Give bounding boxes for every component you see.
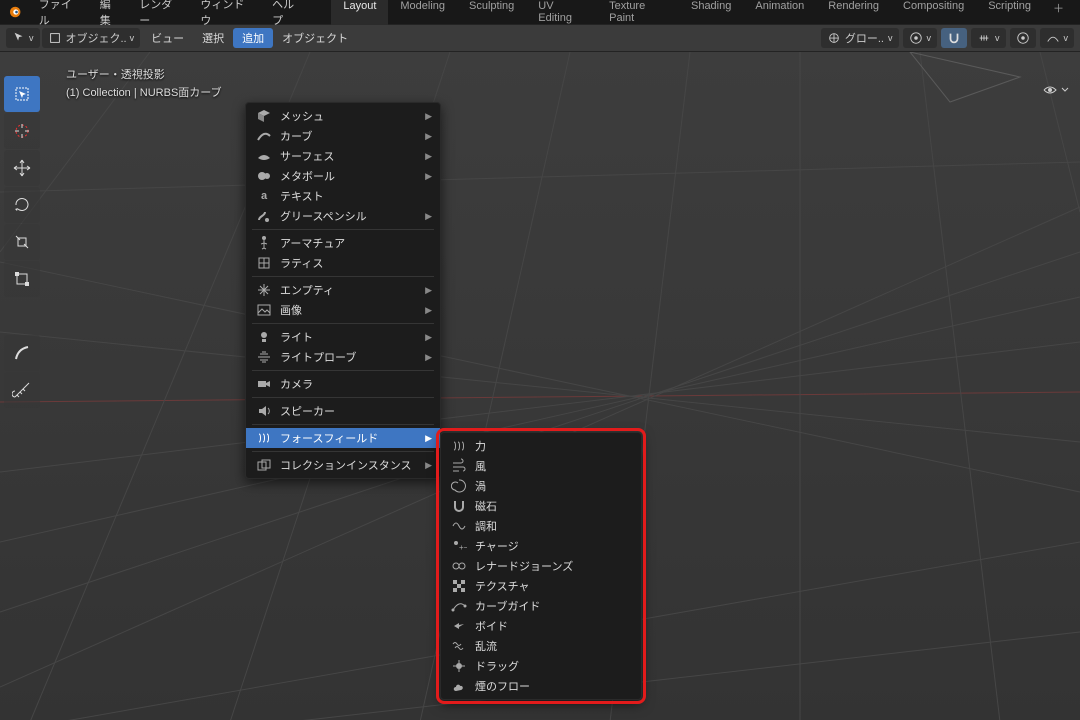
header-view[interactable]: ビュー bbox=[142, 30, 193, 46]
ff-drag[interactable]: ドラッグ bbox=[441, 656, 641, 676]
curveguide-icon bbox=[451, 598, 467, 614]
ff-vortex[interactable]: 渦 bbox=[441, 476, 641, 496]
grease-pencil-icon bbox=[256, 208, 272, 224]
empty-icon bbox=[256, 282, 272, 298]
add-light-probe[interactable]: ライトプローブ▶ bbox=[246, 347, 440, 367]
ff-harmonic[interactable]: 調和 bbox=[441, 516, 641, 536]
ff-magnetic[interactable]: 磁石 bbox=[441, 496, 641, 516]
force-icon bbox=[451, 438, 467, 454]
ff-texture[interactable]: テクスチャ bbox=[441, 576, 641, 596]
add-force-field[interactable]: フォースフィールド▶ bbox=[246, 428, 440, 448]
vortex-icon bbox=[451, 478, 467, 494]
add-curve[interactable]: カーブ▶ bbox=[246, 126, 440, 146]
add-collection-instance[interactable]: コレクションインスタンス▶ bbox=[246, 455, 440, 475]
pivot-dropdown[interactable]: v bbox=[903, 28, 938, 48]
smoke-icon bbox=[451, 678, 467, 694]
tool-rotate[interactable] bbox=[4, 187, 40, 223]
add-text[interactable]: aテキスト bbox=[246, 186, 440, 206]
pivot-icon bbox=[909, 31, 923, 45]
tool-select-box[interactable] bbox=[4, 76, 40, 112]
drag-icon bbox=[451, 658, 467, 674]
ff-force[interactable]: 力 bbox=[441, 436, 641, 456]
curve-icon bbox=[256, 128, 272, 144]
visibility-dropdown[interactable] bbox=[1042, 82, 1070, 98]
viewport-collection-label: (1) Collection | NURBS面カーブ bbox=[66, 84, 222, 102]
wind-icon bbox=[451, 458, 467, 474]
header-object[interactable]: オブジェクト bbox=[273, 30, 357, 46]
header-select[interactable]: 選択 bbox=[193, 30, 233, 46]
falloff-icon bbox=[1046, 31, 1060, 45]
harmonic-icon bbox=[451, 518, 467, 534]
add-empty[interactable]: エンプティ▶ bbox=[246, 280, 440, 300]
ff-curve-guide[interactable]: カーブガイド bbox=[441, 596, 641, 616]
add-mesh[interactable]: メッシュ▶ bbox=[246, 106, 440, 126]
ff-charge[interactable]: +−チャージ bbox=[441, 536, 641, 556]
charge-icon: +− bbox=[451, 538, 467, 554]
image-icon bbox=[256, 302, 272, 318]
proportional-icon bbox=[1016, 31, 1030, 45]
add-armature[interactable]: アーマチュア bbox=[246, 233, 440, 253]
mode-dropdown[interactable]: オブジェク..v bbox=[42, 28, 141, 48]
tool-measure[interactable] bbox=[4, 372, 40, 408]
svg-text:+−: +− bbox=[459, 543, 467, 552]
light-icon bbox=[256, 329, 272, 345]
add-metaball[interactable]: メタボール▶ bbox=[246, 166, 440, 186]
speaker-icon bbox=[256, 403, 272, 419]
add-image[interactable]: 画像▶ bbox=[246, 300, 440, 320]
tool-cursor[interactable] bbox=[4, 113, 40, 149]
magnet-icon bbox=[451, 498, 467, 514]
add-grease-pencil[interactable]: グリースペンシル▶ bbox=[246, 206, 440, 226]
collection-icon bbox=[256, 457, 272, 473]
orientation-icon bbox=[827, 31, 841, 45]
mesh-icon bbox=[256, 108, 272, 124]
metaball-icon bbox=[256, 168, 272, 184]
camera-icon bbox=[256, 376, 272, 392]
ff-wind[interactable]: 風 bbox=[441, 456, 641, 476]
tool-scale[interactable] bbox=[4, 224, 40, 260]
text-icon: a bbox=[256, 188, 272, 204]
magnet-icon bbox=[947, 31, 961, 45]
tool-move[interactable] bbox=[4, 150, 40, 186]
ff-boid[interactable]: ボイド bbox=[441, 616, 641, 636]
snap-toggle[interactable] bbox=[941, 28, 967, 48]
ff-smoke-flow[interactable]: 煙のフロー bbox=[441, 676, 641, 696]
lennard-icon bbox=[451, 558, 467, 574]
tool-annotate[interactable] bbox=[4, 335, 40, 371]
snap-increment-icon bbox=[977, 31, 991, 45]
armature-icon bbox=[256, 235, 272, 251]
header-add[interactable]: 追加 bbox=[233, 28, 273, 48]
add-speaker[interactable]: スピーカー bbox=[246, 401, 440, 421]
ff-turbulence[interactable]: 乱流 bbox=[441, 636, 641, 656]
boid-icon bbox=[451, 618, 467, 634]
add-lattice[interactable]: ラティス bbox=[246, 253, 440, 273]
proportional-edit-toggle[interactable] bbox=[1010, 28, 1036, 48]
snap-menu[interactable]: v bbox=[971, 28, 1006, 48]
turbulence-icon bbox=[451, 638, 467, 654]
proportional-menu[interactable]: v bbox=[1040, 28, 1075, 48]
texture-icon bbox=[451, 578, 467, 594]
add-surface[interactable]: サーフェス▶ bbox=[246, 146, 440, 166]
viewport-perspective-label: ユーザー・透視投影 bbox=[66, 66, 222, 84]
orientation-dropdown[interactable]: グロー..v bbox=[821, 28, 899, 48]
lightprobe-icon bbox=[256, 349, 272, 365]
object-mode-icon bbox=[48, 31, 62, 45]
blender-logo-icon bbox=[6, 4, 22, 20]
cursor-icon bbox=[12, 31, 26, 45]
add-light[interactable]: ライト▶ bbox=[246, 327, 440, 347]
tool-transform[interactable] bbox=[4, 261, 40, 297]
editor-type-dropdown[interactable]: v bbox=[6, 28, 40, 48]
forcefield-icon bbox=[256, 430, 272, 446]
lattice-icon bbox=[256, 255, 272, 271]
add-camera[interactable]: カメラ bbox=[246, 374, 440, 394]
ff-lennard-jones[interactable]: レナードジョーンズ bbox=[441, 556, 641, 576]
surface-icon bbox=[256, 148, 272, 164]
